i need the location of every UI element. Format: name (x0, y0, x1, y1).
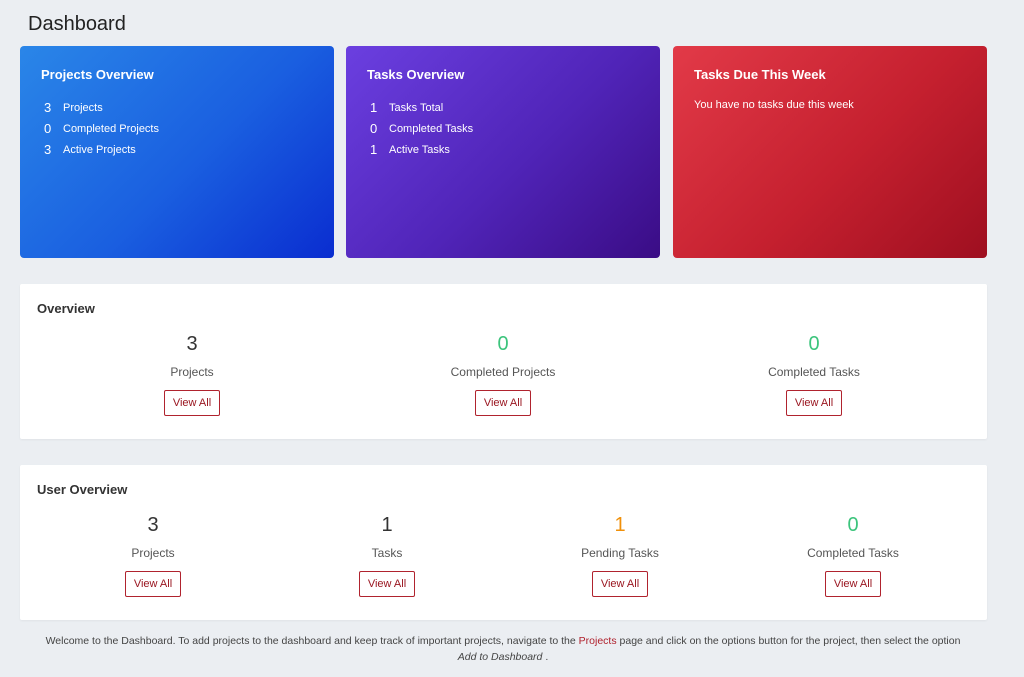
stat-label: Active Projects (63, 143, 136, 156)
view-all-projects-button[interactable]: View All (163, 390, 221, 416)
metric-value: 1 (614, 514, 626, 536)
view-all-user-projects-button[interactable]: View All (124, 571, 182, 597)
stat-active-projects: 3 Active Projects (41, 139, 313, 160)
metric-completed-projects: 0 Completed Projects View All (403, 331, 603, 416)
metric-label: Completed Projects (450, 365, 556, 379)
tasks-overview-card: Tasks Overview 1 Tasks Total 0 Completed… (346, 46, 660, 258)
user-metric-completed-tasks: 0 Completed Tasks View All (753, 512, 953, 597)
projects-link[interactable]: Projects (579, 635, 617, 647)
metric-value: 0 (808, 333, 820, 355)
tasks-due-card: Tasks Due This Week You have no tasks du… (673, 46, 987, 258)
user-overview-panel: User Overview 3 Projects View All 1 Task… (20, 465, 987, 620)
metric-completed-tasks: 0 Completed Tasks View All (714, 331, 914, 416)
stat-projects: 3 Projects (41, 97, 313, 118)
view-all-completed-projects-button[interactable]: View All (474, 390, 532, 416)
add-to-dashboard-option: Add to Dashboard (457, 651, 543, 663)
metric-label: Completed Tasks (768, 365, 860, 379)
footer-text: Welcome to the Dashboard. To add project… (45, 635, 579, 647)
metric-value: 1 (381, 514, 393, 536)
metric-label: Pending Tasks (581, 546, 659, 560)
stat-value: 1 (370, 100, 378, 115)
metric-label: Completed Tasks (807, 546, 899, 560)
view-all-pending-tasks-button[interactable]: View All (591, 571, 649, 597)
stat-label: Active Tasks (389, 143, 450, 156)
user-metric-pending-tasks: 1 Pending Tasks View All (520, 512, 720, 597)
metric-value: 0 (847, 514, 859, 536)
stat-label: Tasks Total (389, 101, 444, 114)
stat-label: Completed Projects (63, 122, 159, 135)
card-title: Tasks Due This Week (694, 67, 826, 82)
projects-overview-card: Projects Overview 3 Projects 0 Completed… (20, 46, 334, 258)
dashboard-help-text: Welcome to the Dashboard. To add project… (0, 633, 1006, 665)
footer-text: page and click on the options button for… (616, 635, 961, 647)
no-tasks-message: You have no tasks due this week (694, 99, 854, 111)
stat-value: 1 (370, 142, 378, 157)
user-metric-tasks: 1 Tasks View All (287, 512, 487, 597)
overview-panel: Overview 3 Projects View All 0 Completed… (20, 284, 987, 439)
stat-completed-tasks: 0 Completed Tasks (367, 118, 639, 139)
stat-completed-projects: 0 Completed Projects (41, 118, 313, 139)
view-all-user-completed-tasks-button[interactable]: View All (824, 571, 882, 597)
stat-value: 3 (44, 142, 52, 157)
view-all-completed-tasks-button[interactable]: View All (785, 390, 843, 416)
view-all-user-tasks-button[interactable]: View All (358, 571, 416, 597)
stat-label: Completed Tasks (389, 122, 474, 135)
metric-value: 0 (497, 333, 509, 355)
stat-value: 0 (44, 121, 52, 136)
metric-value: 3 (186, 333, 198, 355)
stat-active-tasks: 1 Active Tasks (367, 139, 639, 160)
panel-title: User Overview (37, 482, 128, 497)
user-metric-projects: 3 Projects View All (53, 512, 253, 597)
card-title: Tasks Overview (367, 67, 465, 82)
metric-value: 3 (147, 514, 159, 536)
footer-text: . (542, 651, 549, 663)
stat-tasks-total: 1 Tasks Total (367, 97, 639, 118)
stat-label: Projects (63, 101, 103, 114)
card-title: Projects Overview (41, 67, 154, 82)
metric-label: Projects (131, 546, 175, 560)
page-title: Dashboard (28, 13, 126, 35)
stat-value: 0 (370, 121, 378, 136)
stat-value: 3 (44, 100, 52, 115)
panel-title: Overview (37, 301, 95, 316)
metric-label: Projects (170, 365, 214, 379)
metric-label: Tasks (371, 546, 403, 560)
metric-projects: 3 Projects View All (92, 331, 292, 416)
